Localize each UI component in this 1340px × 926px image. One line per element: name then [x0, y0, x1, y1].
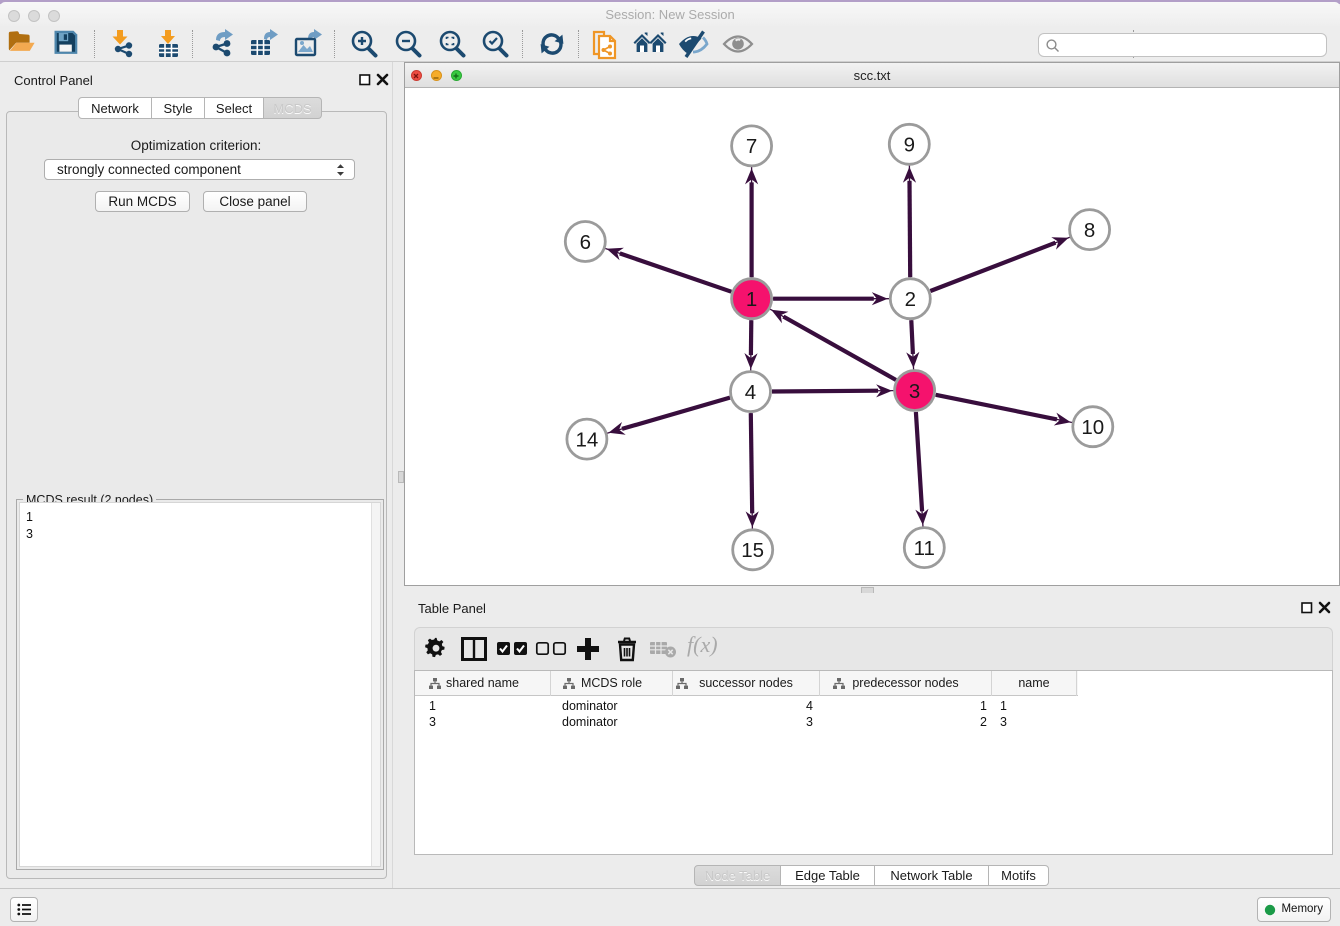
svg-text:10: 10 — [1081, 416, 1104, 439]
svg-text:15: 15 — [741, 539, 764, 562]
svg-text:11: 11 — [914, 537, 935, 560]
svg-text:7: 7 — [746, 135, 757, 158]
svg-text:2: 2 — [905, 288, 916, 311]
svg-text:8: 8 — [1084, 219, 1095, 242]
svg-text:4: 4 — [745, 381, 756, 404]
svg-text:9: 9 — [904, 134, 915, 157]
svg-text:6: 6 — [580, 231, 591, 254]
svg-text:1: 1 — [746, 288, 757, 311]
svg-text:14: 14 — [575, 428, 598, 451]
svg-text:3: 3 — [909, 380, 920, 403]
